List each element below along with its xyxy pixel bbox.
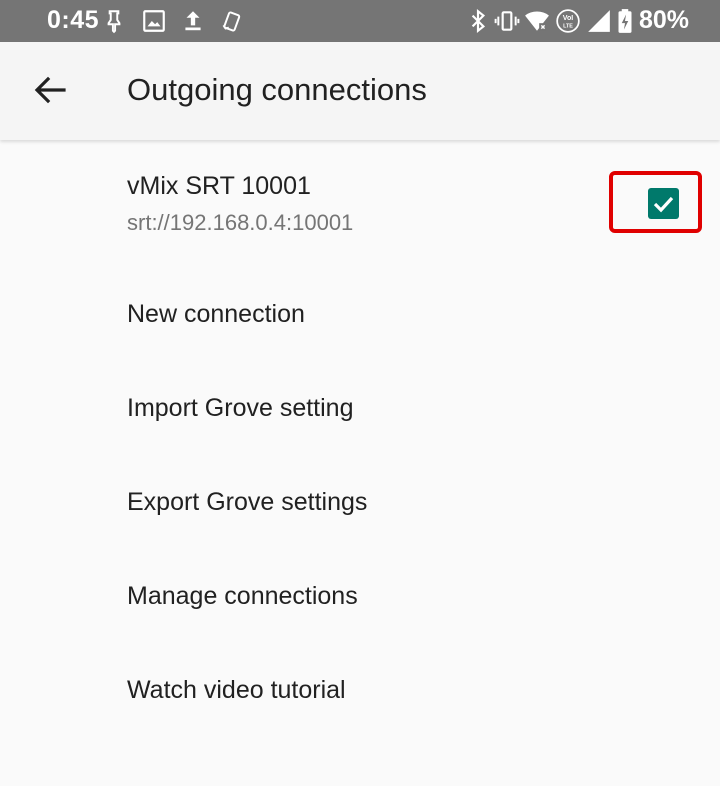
image-icon xyxy=(141,8,167,34)
status-time: 0:45 xyxy=(47,6,100,34)
menu-item-label: New connection xyxy=(127,300,305,328)
volte-icon: VoI LTE xyxy=(555,8,581,34)
menu-item-import-grove-setting[interactable]: Import Grove setting xyxy=(0,364,720,458)
connection-name: vMix SRT 10001 xyxy=(127,172,311,200)
bluetooth-icon xyxy=(465,8,491,34)
svg-text:VoI: VoI xyxy=(563,15,573,22)
menu-item-label: Import Grove setting xyxy=(127,394,354,422)
battery-percent: 80% xyxy=(639,6,690,34)
connection-url: srt://192.168.0.4:10001 xyxy=(127,210,354,235)
vibrate-icon xyxy=(494,8,520,34)
upload-icon xyxy=(180,8,206,34)
connection-checkbox[interactable] xyxy=(648,188,679,219)
page-title: Outgoing connections xyxy=(127,72,427,107)
menu-item-label: Manage connections xyxy=(127,582,358,610)
pin-icon xyxy=(101,8,127,34)
back-button[interactable] xyxy=(26,66,74,114)
svg-text:LTE: LTE xyxy=(563,24,573,30)
battery-icon xyxy=(612,8,638,34)
wifi-icon xyxy=(524,8,550,34)
rotate-icon xyxy=(219,8,245,34)
menu-item-manage-connections[interactable]: Manage connections xyxy=(0,552,720,646)
app-bar: Outgoing connections xyxy=(0,42,720,140)
screen: 0:45 VoI LTE 80% Outgoing connections vM… xyxy=(0,0,720,786)
menu-item-label: Watch video tutorial xyxy=(127,676,346,704)
connection-item[interactable]: vMix SRT 10001 srt://192.168.0.4:10001 xyxy=(0,142,720,252)
menu-item-label: Export Grove settings xyxy=(127,488,368,516)
menu-item-export-grove-settings[interactable]: Export Grove settings xyxy=(0,458,720,552)
status-bar: 0:45 VoI LTE 80% xyxy=(0,0,720,42)
arrow-back-icon xyxy=(34,76,66,104)
check-icon xyxy=(653,196,674,213)
menu-item-watch-video-tutorial[interactable]: Watch video tutorial xyxy=(0,646,720,740)
menu-item-new-connection[interactable]: New connection xyxy=(0,270,720,364)
signal-icon xyxy=(586,8,612,34)
